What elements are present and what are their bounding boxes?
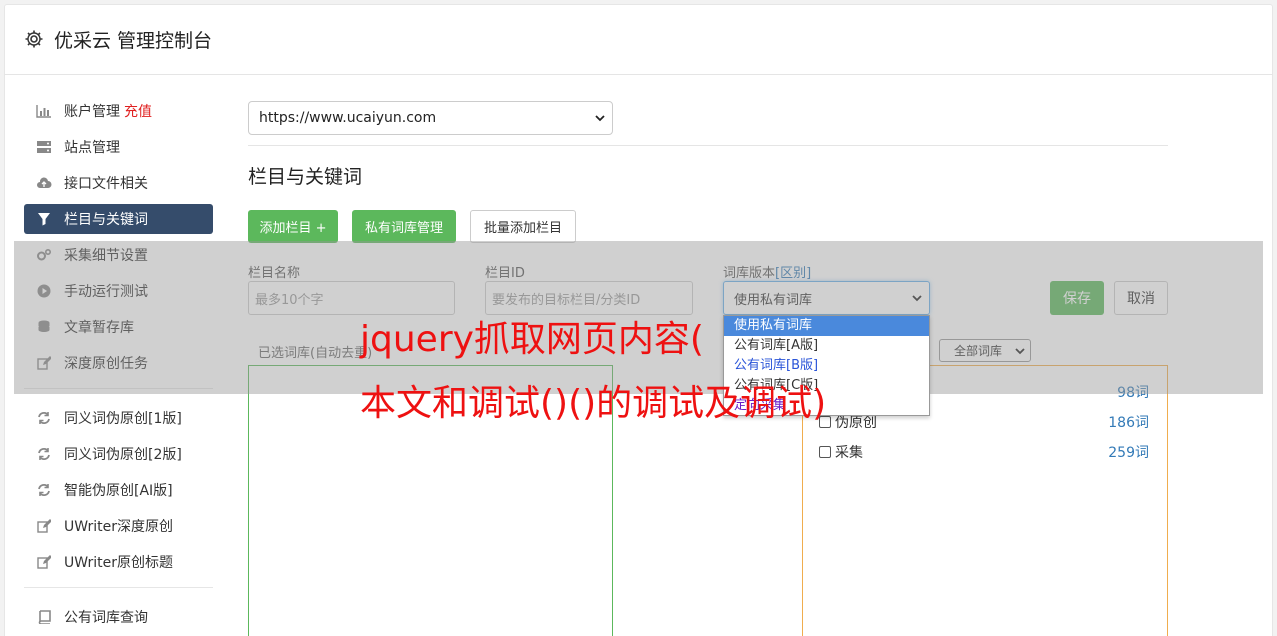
refresh-icon — [36, 482, 52, 498]
sidebar-item-public-lib[interactable]: 公有词库查询 — [24, 602, 213, 632]
chevron-down-icon — [594, 112, 606, 128]
sidebar-item-label: 栏目与关键词 — [64, 212, 148, 228]
word-row[interactable]: 采集 259词 — [819, 442, 1149, 462]
sidebar-item-synonym-v1[interactable]: 同义词伪原创[1版] — [24, 403, 213, 433]
server-icon — [36, 139, 52, 155]
sidebar-item-label: 公有词库查询 — [64, 610, 148, 626]
book-icon — [36, 609, 52, 625]
sidebar-divider — [24, 587, 213, 588]
section-title: 栏目与关键词 — [248, 166, 363, 188]
word-count: 259词 — [1108, 445, 1149, 461]
checkbox[interactable] — [819, 446, 831, 458]
batch-add-button[interactable]: 批量添加栏目 — [470, 210, 576, 243]
sidebar-item-interface[interactable]: 接口文件相关 — [24, 168, 213, 198]
lib-option[interactable]: 公有词库[B版] — [724, 356, 929, 376]
recharge-link[interactable]: 充值 — [124, 101, 152, 121]
add-column-button[interactable]: 添加栏目 + — [248, 210, 338, 243]
bar-chart-icon — [36, 103, 52, 119]
site-select-value: https://www.ucaiyun.com — [259, 110, 437, 126]
sidebar-item-sites[interactable]: 站点管理 — [24, 132, 213, 162]
refresh-icon — [36, 446, 52, 462]
sidebar-item-label: 接口文件相关 — [64, 176, 148, 192]
sidebar-item-label: 同义词伪原创[1版] — [64, 411, 182, 427]
word-row-label: 采集 — [835, 445, 863, 461]
refresh-icon — [36, 410, 52, 426]
edit-icon — [36, 518, 52, 534]
sidebar-item-uwriter-deep[interactable]: UWriter深度原创 — [24, 511, 213, 541]
sidebar-item-ai-rewrite[interactable]: 智能伪原创[AI版] — [24, 475, 213, 505]
gear-icon — [24, 29, 44, 49]
sidebar-item-synonym-v2[interactable]: 同义词伪原创[2版] — [24, 439, 213, 469]
site-select[interactable]: https://www.ucaiyun.com — [248, 101, 613, 135]
sidebar-item-label: 站点管理 — [64, 140, 120, 156]
sidebar-item-label: UWriter深度原创 — [64, 519, 173, 535]
lib-option[interactable]: 使用私有词库 — [724, 316, 929, 336]
main-divider — [248, 145, 1168, 146]
page-title: 优采云 管理控制台 — [54, 29, 213, 52]
sidebar-item-label: 账户管理 — [64, 104, 120, 120]
sidebar-item-columns[interactable]: 栏目与关键词 — [24, 204, 213, 234]
watermark-line-1: jquery抓取网页内容( — [360, 319, 704, 360]
cloud-upload-icon — [36, 175, 52, 191]
sidebar-item-label: 智能伪原创[AI版] — [64, 483, 173, 499]
sidebar-item-label: UWriter原创标题 — [64, 555, 173, 571]
sidebar-item-label: 同义词伪原创[2版] — [64, 447, 182, 463]
filter-icon — [36, 211, 52, 227]
sidebar-item-account[interactable]: 账户管理 充值 — [24, 96, 213, 126]
sidebar-item-uwriter-title[interactable]: UWriter原创标题 — [24, 547, 213, 577]
watermark-line-2: 本文和调试()()的调试及调试) — [360, 383, 827, 424]
private-lib-button[interactable]: 私有词库管理 — [352, 210, 456, 243]
word-count: 186词 — [1108, 415, 1149, 431]
gray-overlay — [14, 241, 1263, 394]
edit-icon — [36, 554, 52, 570]
lib-option[interactable]: 公有词库[A版] — [724, 336, 929, 356]
page-header: 优采云 管理控制台 — [4, 4, 1273, 75]
